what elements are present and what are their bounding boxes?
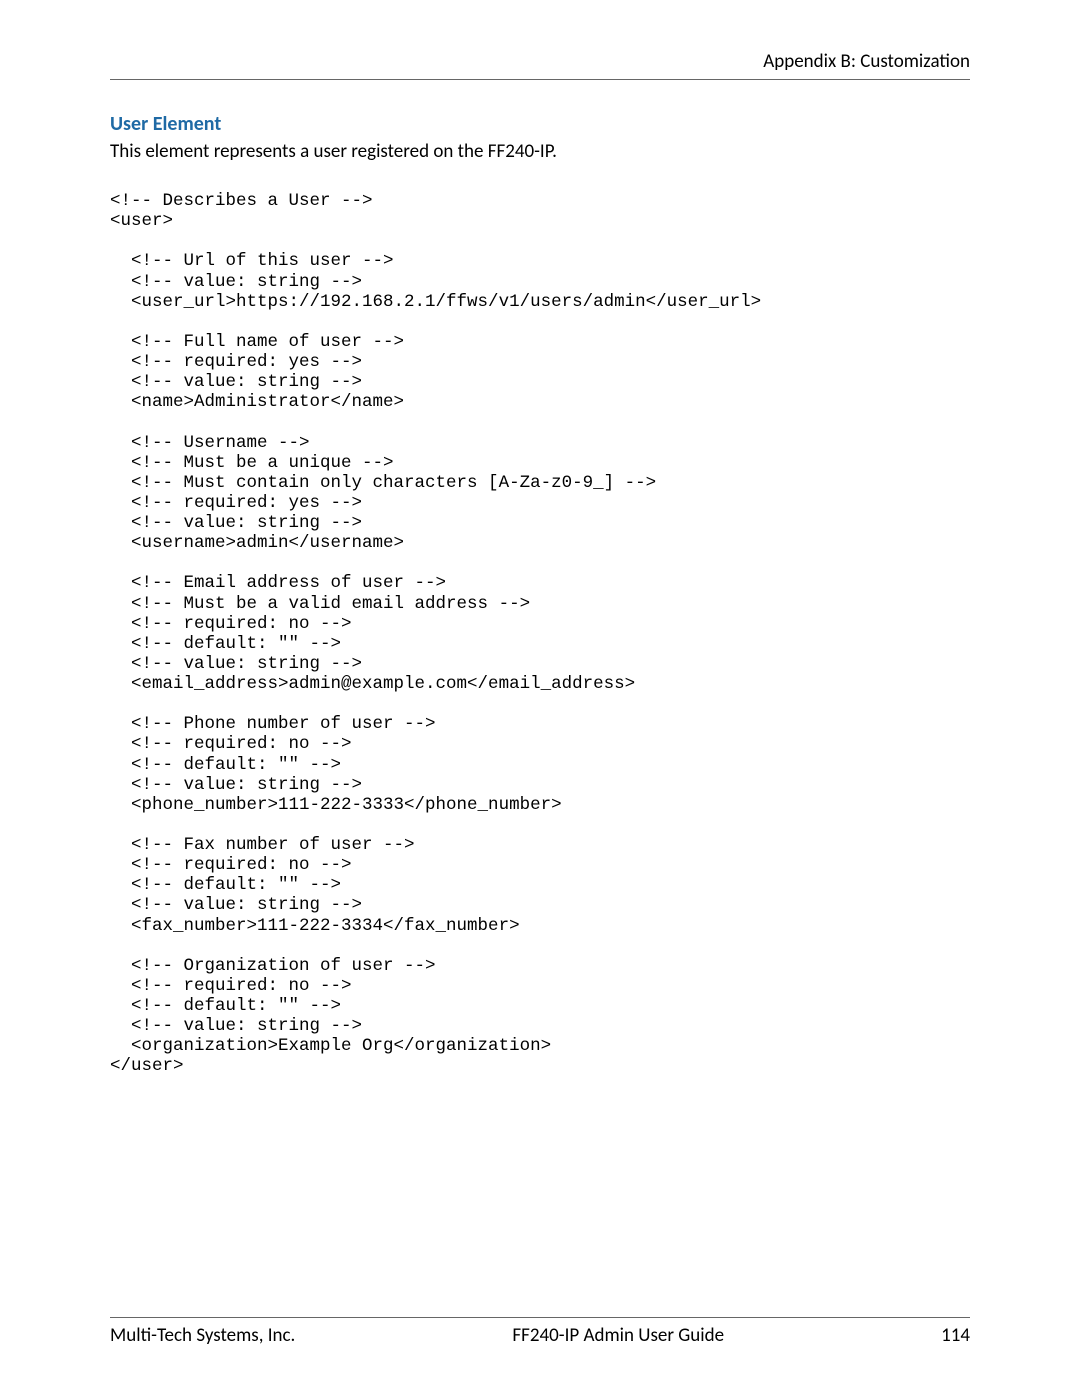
footer-center: FF240-IP Admin User Guide bbox=[512, 1324, 724, 1347]
page: Appendix B: Customization User Element T… bbox=[0, 0, 1080, 1397]
footer-rule bbox=[110, 1317, 970, 1318]
footer-page-number: 114 bbox=[941, 1324, 970, 1347]
footer-left: Multi-Tech Systems, Inc. bbox=[110, 1324, 295, 1347]
footer: Multi-Tech Systems, Inc. FF240-IP Admin … bbox=[110, 1317, 970, 1347]
header-rule bbox=[110, 79, 970, 80]
section-intro: This element represents a user registere… bbox=[110, 140, 970, 163]
section-title: User Element bbox=[110, 112, 970, 136]
code-block: <!-- Describes a User --> <user> <!-- Ur… bbox=[110, 191, 970, 1077]
running-head: Appendix B: Customization bbox=[110, 50, 970, 73]
